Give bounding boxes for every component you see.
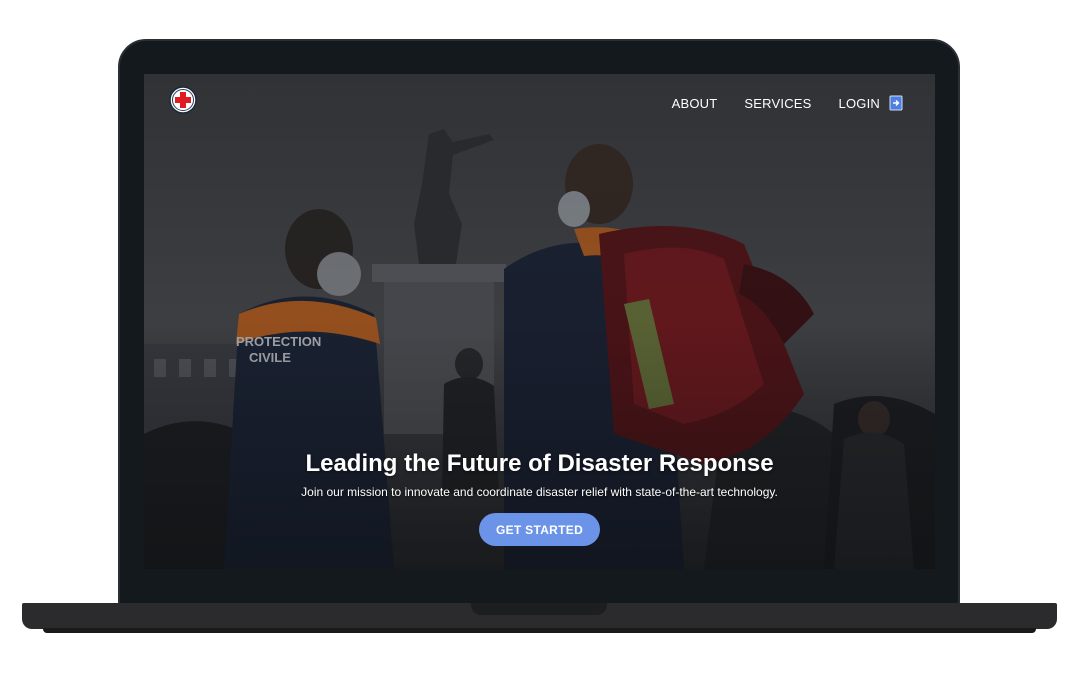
laptop-notch	[471, 603, 607, 615]
get-started-button[interactable]: GET STARTED	[479, 513, 600, 546]
nav-about-link[interactable]: ABOUT	[672, 96, 718, 111]
top-navigation: ABOUT SERVICES LOGIN	[672, 95, 903, 111]
login-label: LOGIN	[838, 95, 880, 111]
red-cross-icon[interactable]	[169, 86, 197, 114]
nav-services-link[interactable]: SERVICES	[744, 96, 811, 111]
hero-title: Leading the Future of Disaster Response	[305, 450, 774, 477]
hero-content: Leading the Future of Disaster Response …	[144, 450, 935, 546]
login-icon	[889, 95, 903, 111]
login-button[interactable]: LOGIN	[839, 95, 903, 111]
laptop-foot	[43, 628, 1036, 633]
website-screen: PROTECTION CIVILE ABOUT SERVICES LOGIN	[144, 74, 935, 569]
hero-subtitle: Join our mission to innovate and coordin…	[301, 485, 778, 499]
